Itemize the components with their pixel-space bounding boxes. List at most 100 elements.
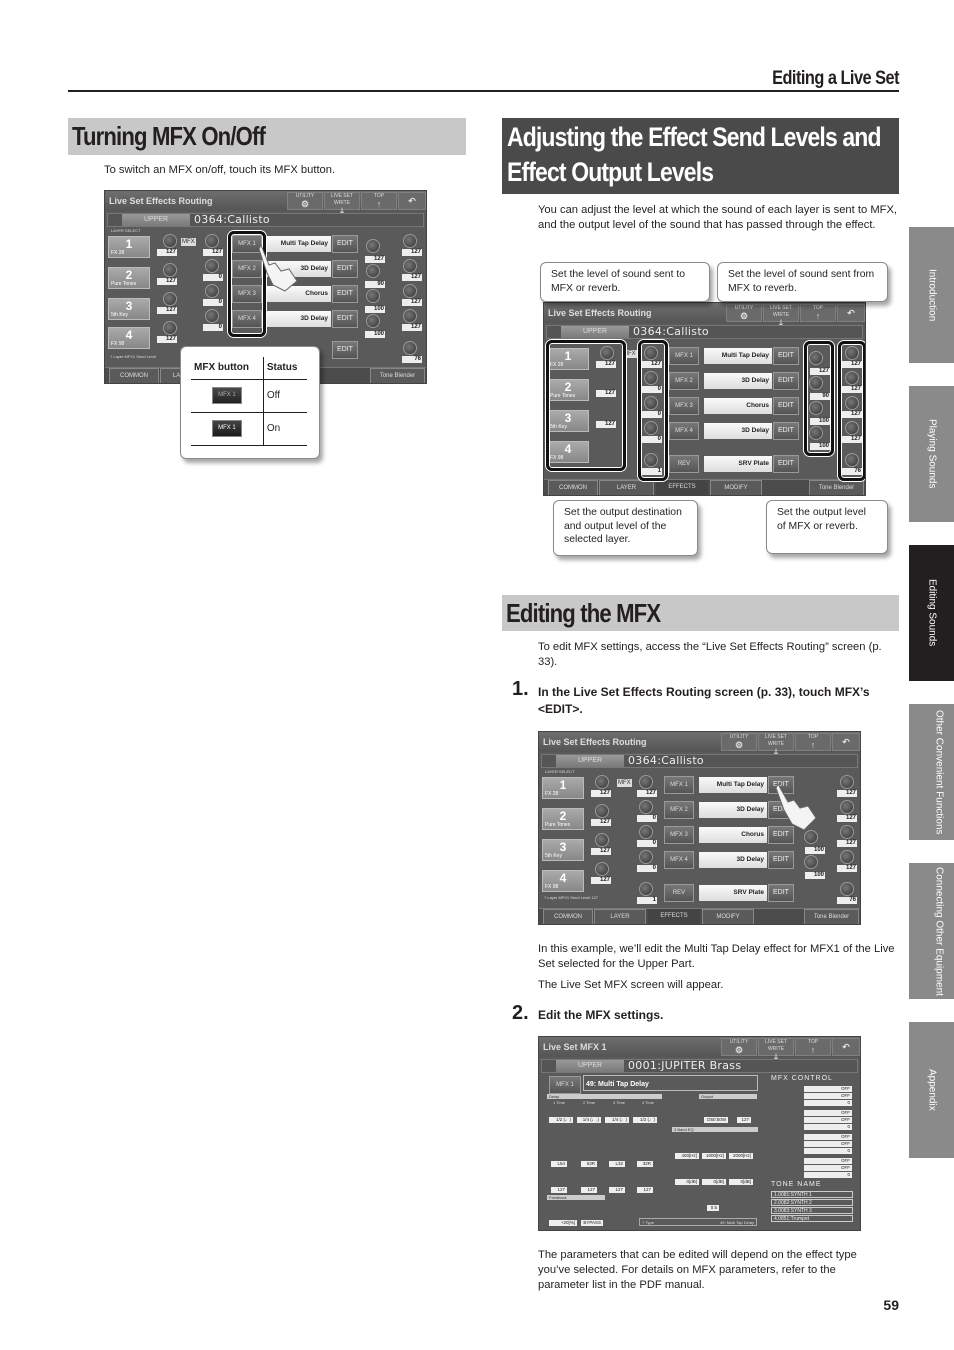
tab-layer[interactable]: LAYER bbox=[599, 480, 654, 495]
rev-send-knob[interactable] bbox=[366, 289, 380, 303]
mfx3-edit-button[interactable]: EDIT bbox=[773, 397, 799, 415]
send-knob[interactable] bbox=[639, 825, 653, 839]
mfx1-edit-button[interactable]: EDIT bbox=[332, 235, 358, 253]
control-destination[interactable]: OFF bbox=[804, 1117, 852, 1123]
layer-level-knob[interactable] bbox=[595, 862, 609, 876]
utility-button[interactable]: UTILITY ⚙ bbox=[287, 192, 323, 210]
mfx1-button[interactable]: MFX 1 bbox=[669, 347, 699, 365]
rev-edit-button[interactable]: EDIT bbox=[332, 341, 358, 359]
utility-button[interactable]: UTILITY ⚙ bbox=[726, 304, 762, 322]
rev-edit-button[interactable]: EDIT bbox=[773, 455, 799, 473]
param-value[interactable]: BYPASS bbox=[581, 1220, 603, 1226]
control-source[interactable]: OFF bbox=[804, 1110, 852, 1116]
control-sens[interactable]: 0 bbox=[804, 1148, 852, 1154]
side-tab-appendix[interactable]: Appendix bbox=[909, 1022, 954, 1158]
tab-modify[interactable]: MODIFY bbox=[710, 480, 762, 495]
param-value[interactable]: 127 bbox=[609, 1187, 625, 1193]
param-value[interactable]: L64 bbox=[551, 1161, 567, 1167]
mfx4-edit-button[interactable]: EDIT bbox=[773, 422, 799, 440]
side-tab-editing-sounds[interactable]: Editing Sounds bbox=[909, 545, 954, 681]
side-tab-introduction[interactable]: Introduction bbox=[909, 227, 954, 363]
send-knob[interactable] bbox=[639, 850, 653, 864]
send-knob[interactable] bbox=[639, 775, 653, 789]
output-knob[interactable] bbox=[403, 341, 417, 355]
utility-button[interactable]: UTILITY ⚙ bbox=[721, 1038, 757, 1056]
param-value[interactable]: D50:50W bbox=[704, 1117, 728, 1123]
mfx3-button[interactable]: MFX 3 bbox=[664, 826, 694, 844]
side-tab-other-convenient-functions[interactable]: Other Convenient Functions bbox=[909, 704, 954, 840]
rev-button[interactable]: REV bbox=[669, 455, 699, 473]
param-value[interactable]: 127 bbox=[637, 1187, 653, 1193]
back-button[interactable]: ↶ bbox=[832, 733, 860, 751]
back-button[interactable]: ↶ bbox=[398, 192, 426, 210]
param-value[interactable]: 32R bbox=[637, 1161, 653, 1167]
mfx2-edit-button[interactable]: EDIT bbox=[332, 260, 358, 278]
live-set-write-button[interactable]: LIVE SET WRITE ⤓ bbox=[758, 733, 794, 757]
tone-blender-button[interactable]: Tone Blender bbox=[370, 368, 425, 383]
send-knob[interactable] bbox=[639, 882, 653, 896]
param-value[interactable]: L32 bbox=[609, 1161, 625, 1167]
tone-blender-button[interactable]: Tone Blender bbox=[804, 909, 859, 924]
send-knob[interactable] bbox=[205, 309, 219, 323]
control-sens[interactable]: 0 bbox=[804, 1172, 852, 1178]
output-knob[interactable] bbox=[840, 800, 854, 814]
param-value[interactable]: 1/4 (♩.) bbox=[577, 1117, 601, 1123]
param-value[interactable]: 127 bbox=[737, 1117, 751, 1123]
layer-level-knob[interactable] bbox=[595, 833, 609, 847]
control-source[interactable]: OFF bbox=[804, 1158, 852, 1164]
layer-button-3[interactable]: 3 5th Key bbox=[542, 839, 584, 861]
live-set-write-button[interactable]: LIVE SET WRITE ⤓ bbox=[758, 1038, 794, 1062]
rev-send-knob[interactable] bbox=[366, 264, 380, 278]
param-value[interactable]: 2000[Hz] bbox=[729, 1153, 753, 1159]
tab-common[interactable]: COMMON bbox=[543, 909, 593, 924]
top-button[interactable]: TOP ↑ bbox=[795, 733, 831, 751]
tab-modify[interactable]: MODIFY bbox=[702, 909, 754, 924]
rev-edit-button[interactable]: EDIT bbox=[768, 884, 794, 902]
top-button[interactable]: TOP ↑ bbox=[800, 304, 836, 322]
param-value[interactable]: 1/4 (♩) bbox=[605, 1117, 629, 1123]
back-button[interactable]: ↶ bbox=[837, 304, 865, 322]
output-knob[interactable] bbox=[403, 309, 417, 323]
control-sens[interactable]: 0 bbox=[804, 1124, 852, 1130]
layer-button-2[interactable]: 2 Pure Tones bbox=[542, 808, 584, 830]
control-sens[interactable]: 0 bbox=[804, 1100, 852, 1106]
top-button[interactable]: TOP ↑ bbox=[361, 192, 397, 210]
param-value[interactable]: 0[dB] bbox=[729, 1179, 753, 1185]
layer-level-knob[interactable] bbox=[595, 804, 609, 818]
layer-button-1[interactable]: 1 FX 28 bbox=[108, 236, 150, 258]
part-button[interactable]: UPPER bbox=[556, 755, 624, 767]
tab-common[interactable]: COMMON bbox=[548, 480, 598, 495]
layer-button-1[interactable]: 1 FX 28 bbox=[542, 777, 584, 799]
tab-layer[interactable]: LAYER bbox=[594, 909, 646, 924]
mfx2-edit-button[interactable]: EDIT bbox=[773, 372, 799, 390]
output-knob[interactable] bbox=[840, 775, 854, 789]
mfx4-edit-button[interactable]: EDIT bbox=[332, 310, 358, 328]
live-set-write-button[interactable]: LIVE SET WRITE ⤓ bbox=[763, 304, 799, 328]
output-knob[interactable] bbox=[403, 259, 417, 273]
mfx2-button[interactable]: MFX 2 bbox=[664, 801, 694, 819]
tab-effects[interactable]: EFFECTS bbox=[656, 480, 708, 495]
top-button[interactable]: TOP ↑ bbox=[795, 1038, 831, 1056]
rev-button[interactable]: REV bbox=[664, 884, 694, 902]
layer-level-knob[interactable] bbox=[163, 263, 177, 277]
back-button[interactable]: ↶ bbox=[832, 1038, 860, 1056]
rev-send-knob[interactable] bbox=[804, 830, 818, 844]
mfx3-edit-button[interactable]: EDIT bbox=[332, 285, 358, 303]
mfx1-edit-button[interactable]: EDIT bbox=[773, 347, 799, 365]
param-value[interactable]: 127 bbox=[551, 1187, 567, 1193]
layer-level-knob[interactable] bbox=[163, 292, 177, 306]
side-tab-connecting-other-equipment[interactable]: Connecting Other Equipment bbox=[909, 863, 954, 999]
live-set-write-button[interactable]: LIVE SET WRITE ⤓ bbox=[324, 192, 360, 216]
mfx2-button[interactable]: MFX 2 bbox=[669, 372, 699, 390]
mfx4-button[interactable]: MFX 4 bbox=[664, 851, 694, 869]
layer-button-4[interactable]: 4 FX 98 bbox=[108, 327, 150, 349]
rev-send-knob[interactable] bbox=[366, 314, 380, 328]
control-source[interactable]: OFF bbox=[804, 1134, 852, 1140]
param-value[interactable]: 1/2 (♩) bbox=[633, 1117, 657, 1123]
rev-send-knob[interactable] bbox=[366, 239, 380, 253]
layer-button-4[interactable]: 4 FX 98 bbox=[542, 870, 584, 892]
send-knob[interactable] bbox=[639, 800, 653, 814]
output-knob[interactable] bbox=[840, 825, 854, 839]
mfx-switch-button[interactable]: MFX 1 bbox=[549, 1076, 581, 1094]
param-value[interactable]: 127 bbox=[581, 1187, 597, 1193]
